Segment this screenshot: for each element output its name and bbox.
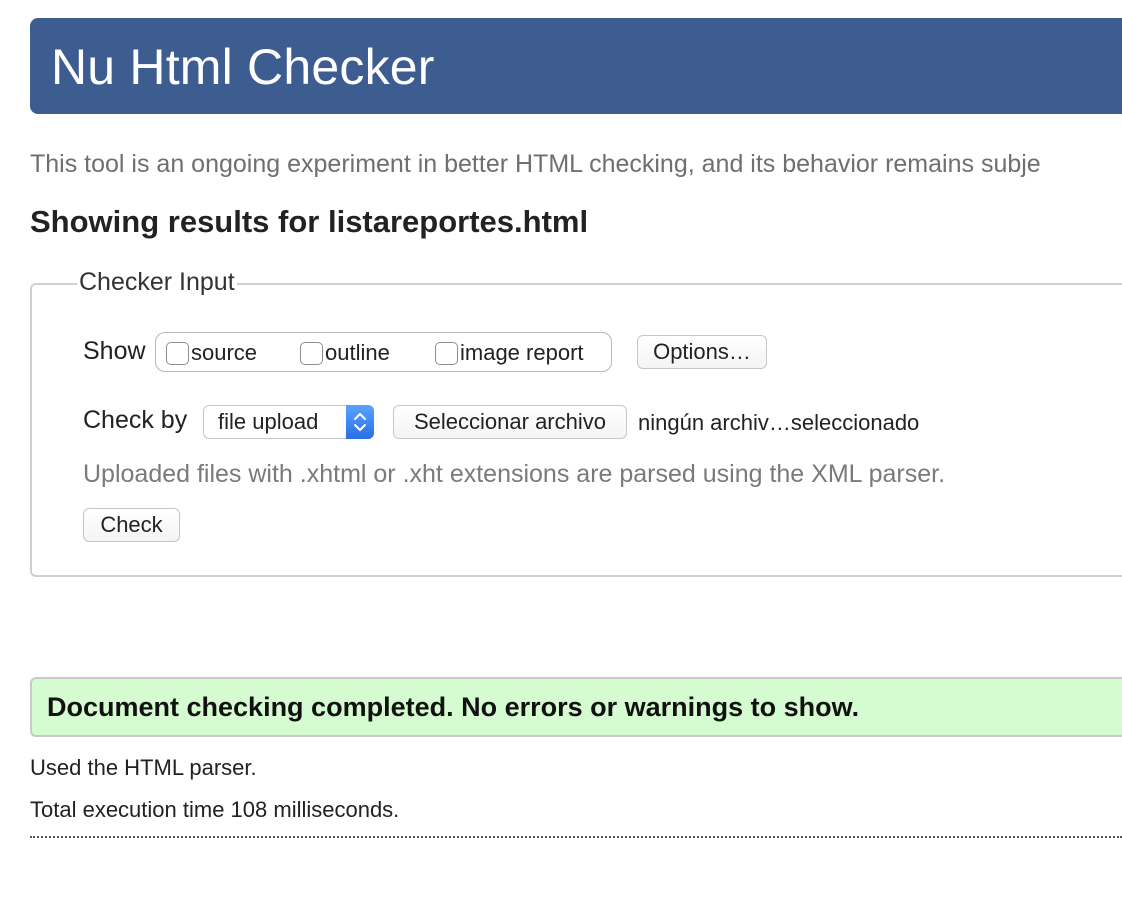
- intro-text: This tool is an ongoing experiment in be…: [30, 150, 1041, 178]
- xml-parser-hint: Uploaded files with .xhtml or .xht exten…: [83, 460, 946, 488]
- source-checkbox-label[interactable]: source: [191, 340, 257, 366]
- execution-time-info: Total execution time 108 milliseconds.: [30, 797, 400, 822]
- success-message: Document checking completed. No errors o…: [47, 692, 860, 722]
- dotted-divider: [30, 836, 1122, 838]
- options-button[interactable]: Options…: [637, 335, 767, 369]
- check-by-select[interactable]: file upload: [203, 405, 374, 439]
- outline-checkbox[interactable]: [300, 341, 323, 365]
- check-by-label: Check by: [83, 406, 188, 434]
- page-header: Nu Html Checker: [30, 18, 1122, 114]
- check-button[interactable]: Check: [83, 508, 180, 542]
- image-report-checkbox[interactable]: [435, 341, 458, 365]
- show-outline-option[interactable]: outline: [300, 340, 390, 366]
- page-title: Nu Html Checker: [51, 39, 435, 95]
- file-status-text: ningún archiv…seleccionado: [638, 410, 920, 435]
- choose-file-button[interactable]: Seleccionar archivo: [393, 405, 627, 439]
- parser-info: Used the HTML parser.: [30, 755, 257, 780]
- show-label: Show: [83, 337, 146, 365]
- image-report-checkbox-label[interactable]: image report: [460, 340, 584, 366]
- check-by-select-value[interactable]: file upload: [218, 409, 318, 435]
- checker-input-legend: Checker Input: [77, 268, 237, 297]
- success-message-box: Document checking completed. No errors o…: [30, 677, 1122, 737]
- show-source-option[interactable]: source: [166, 340, 257, 366]
- results-heading: Showing results for listareportes.html: [30, 204, 589, 239]
- outline-checkbox-label[interactable]: outline: [325, 340, 390, 366]
- show-options-group: source outline image report: [155, 332, 612, 372]
- source-checkbox[interactable]: [166, 341, 189, 365]
- show-image-report-option[interactable]: image report: [435, 340, 584, 366]
- select-stepper-icon[interactable]: [346, 405, 374, 439]
